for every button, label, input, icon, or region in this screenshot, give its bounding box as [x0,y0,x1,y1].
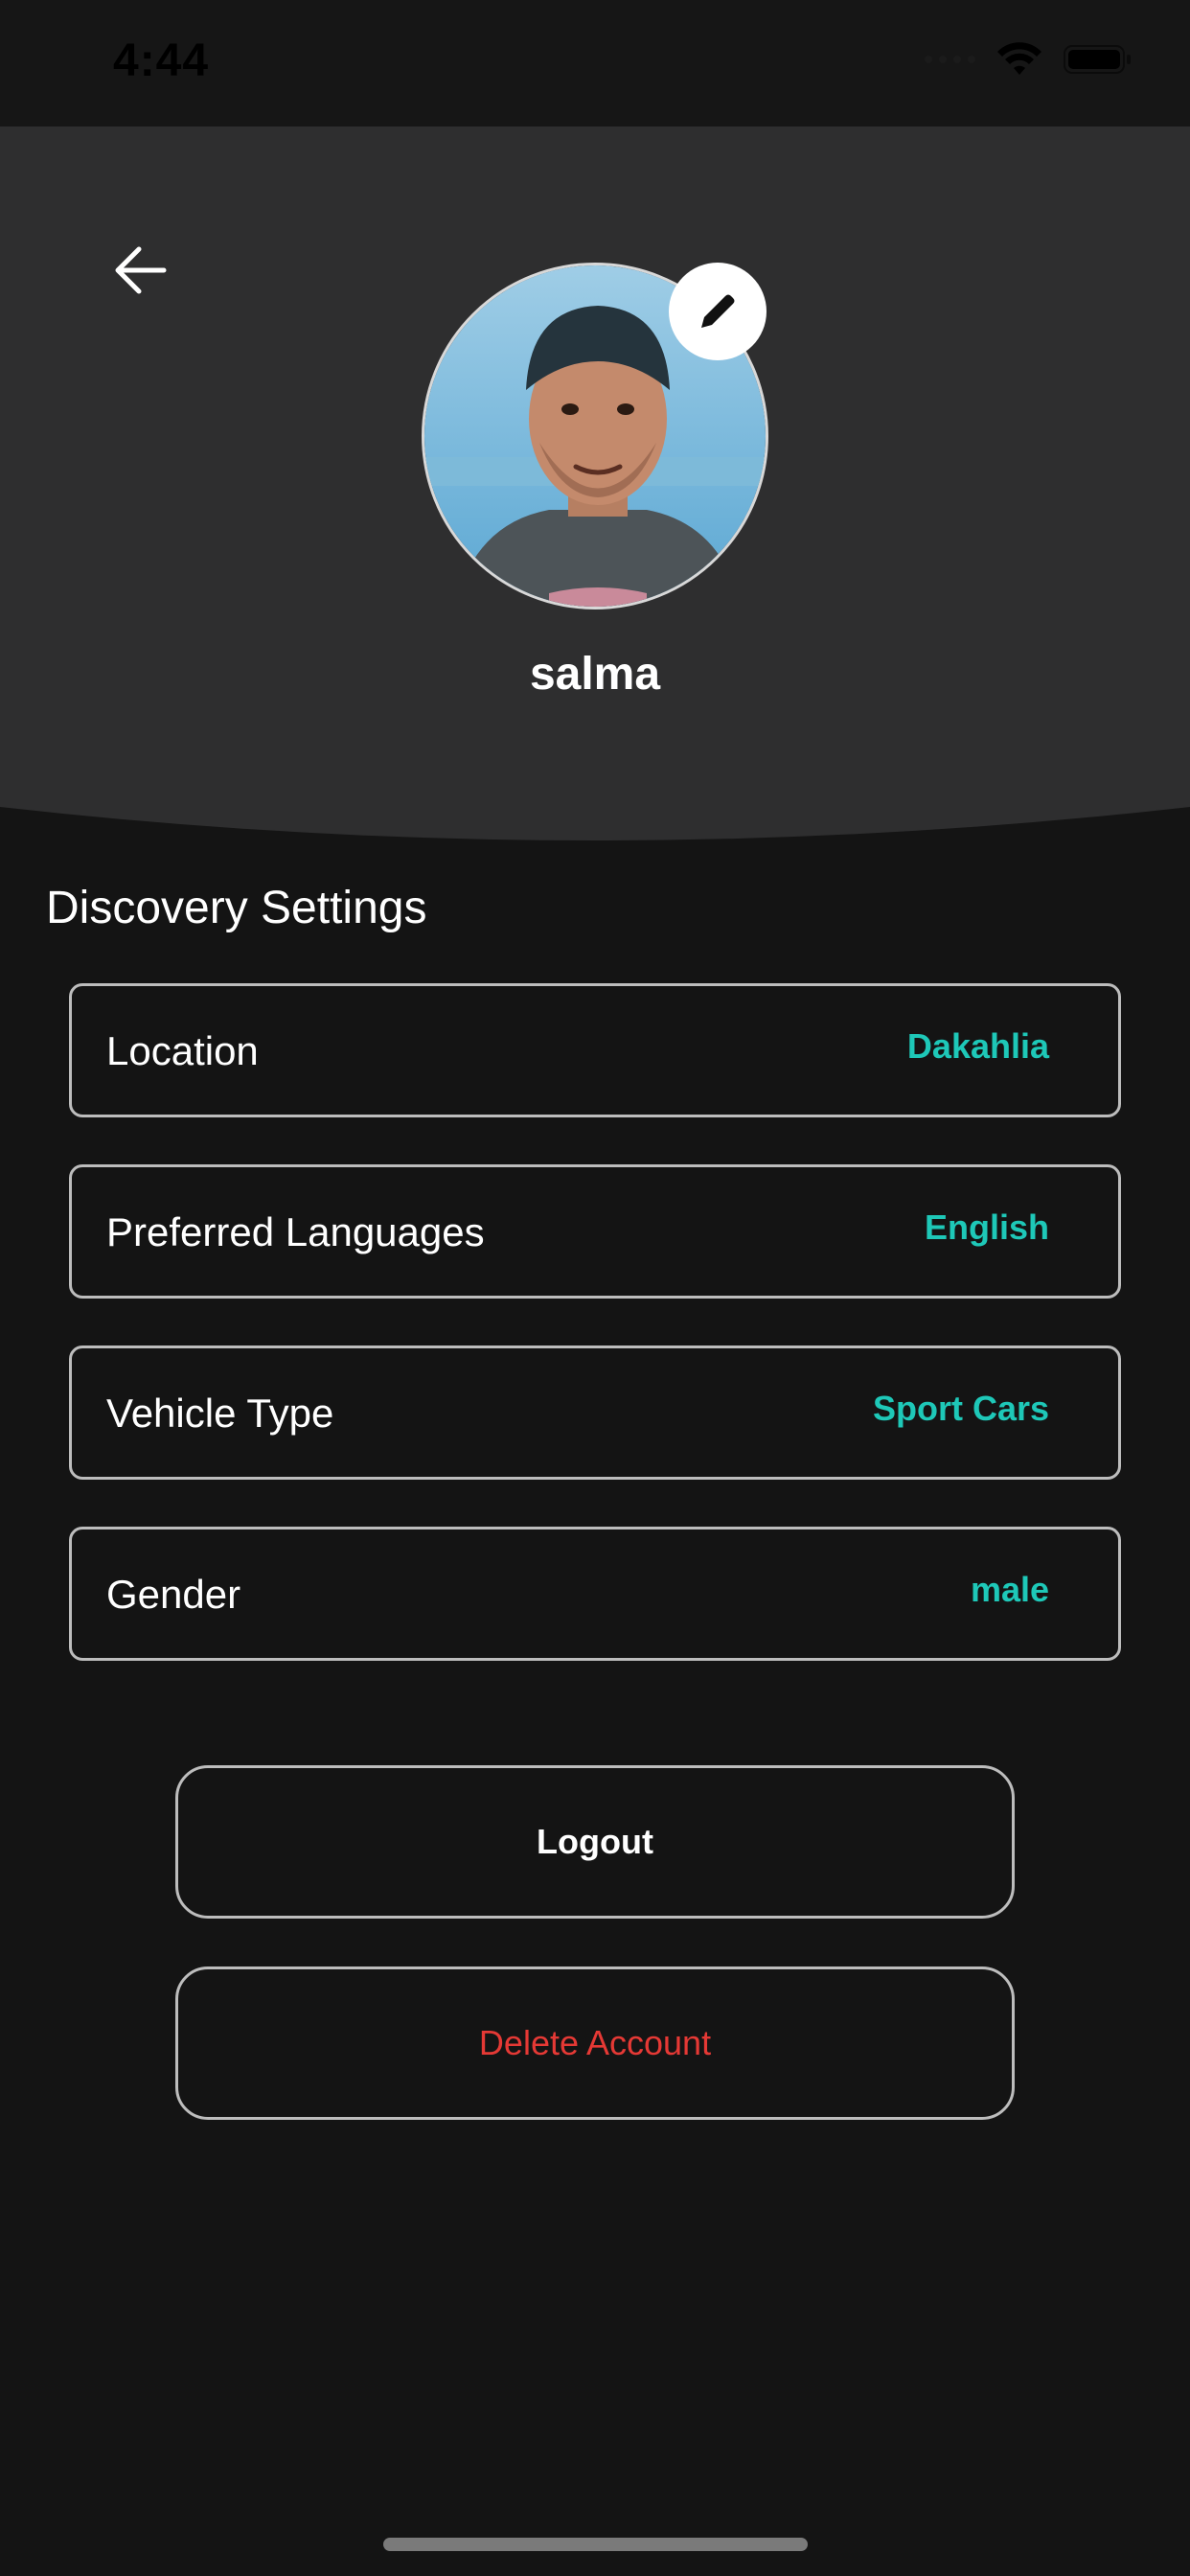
home-indicator[interactable] [383,2538,808,2551]
logout-button[interactable]: Logout [175,1765,1015,1919]
profile-header: salma [0,126,1190,845]
setting-location[interactable]: Location Dakahlia [69,983,1121,1117]
setting-value: Sport Cars [872,1389,1049,1428]
wifi-icon [997,42,1041,75]
battery-icon [1064,45,1131,74]
setting-vehicle-type[interactable]: Vehicle Type Sport Cars [69,1346,1121,1480]
setting-gender[interactable]: Gender male [69,1527,1121,1661]
setting-label: Gender [106,1572,241,1617]
setting-label: Preferred Languages [106,1209,485,1254]
status-time: 4:44 [113,35,210,86]
status-bar: 4:44 [0,0,1190,126]
edit-avatar-button[interactable] [669,263,767,360]
status-icons [925,42,1133,77]
setting-label: Location [106,1028,259,1073]
setting-value: male [970,1570,1049,1609]
discovery-settings-title: Discovery Settings [46,883,427,933]
profile-screen: 4:44 salma Discovery Settings Location D… [0,0,1190,2576]
signal-icon [925,56,975,63]
delete-account-button[interactable]: Delete Account [175,1966,1015,2120]
pencil-icon [701,294,735,328]
profile-name: salma [529,649,661,700]
back-button[interactable] [103,240,178,301]
setting-value: English [924,1208,1049,1247]
setting-label: Vehicle Type [106,1391,334,1436]
setting-value: Dakahlia [906,1026,1049,1066]
arrow-left-icon [115,246,167,294]
setting-preferred-languages[interactable]: Preferred Languages English [69,1164,1121,1299]
